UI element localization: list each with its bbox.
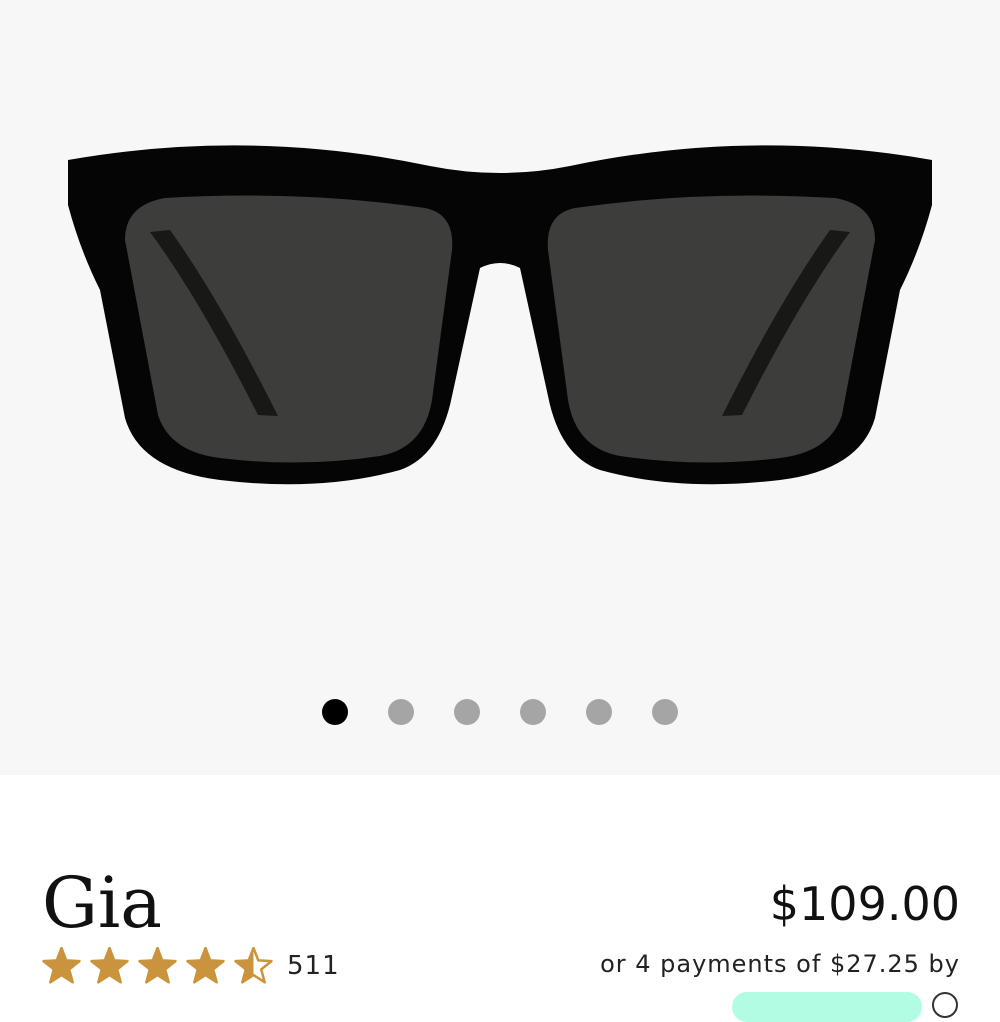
- star-full-icon: [186, 947, 225, 984]
- carousel-dot-1[interactable]: [322, 699, 348, 725]
- right-lens: [547, 195, 875, 463]
- info-icon[interactable]: [932, 992, 958, 1018]
- star-full-icon: [42, 947, 81, 984]
- carousel-dots: [322, 699, 678, 725]
- left-lens: [125, 195, 453, 463]
- star-full-icon: [138, 947, 177, 984]
- product-price: $109.00: [769, 877, 960, 931]
- carousel-dot-3[interactable]: [454, 699, 480, 725]
- star-half-icon: [234, 947, 273, 984]
- product-rating[interactable]: 511: [42, 944, 340, 988]
- product-title: Gia: [42, 862, 163, 944]
- star-full-icon: [90, 947, 129, 984]
- carousel-dot-5[interactable]: [586, 699, 612, 725]
- carousel-dot-2[interactable]: [388, 699, 414, 725]
- installments-text: or 4 payments of $27.25 by: [600, 950, 960, 978]
- sunglasses-image[interactable]: [0, 0, 1000, 680]
- product-gallery: [0, 0, 1000, 775]
- carousel-dot-6[interactable]: [652, 699, 678, 725]
- carousel-dot-4[interactable]: [520, 699, 546, 725]
- review-count[interactable]: 511: [287, 951, 340, 981]
- afterpay-logo[interactable]: [732, 992, 922, 1022]
- star-rating: [42, 947, 273, 985]
